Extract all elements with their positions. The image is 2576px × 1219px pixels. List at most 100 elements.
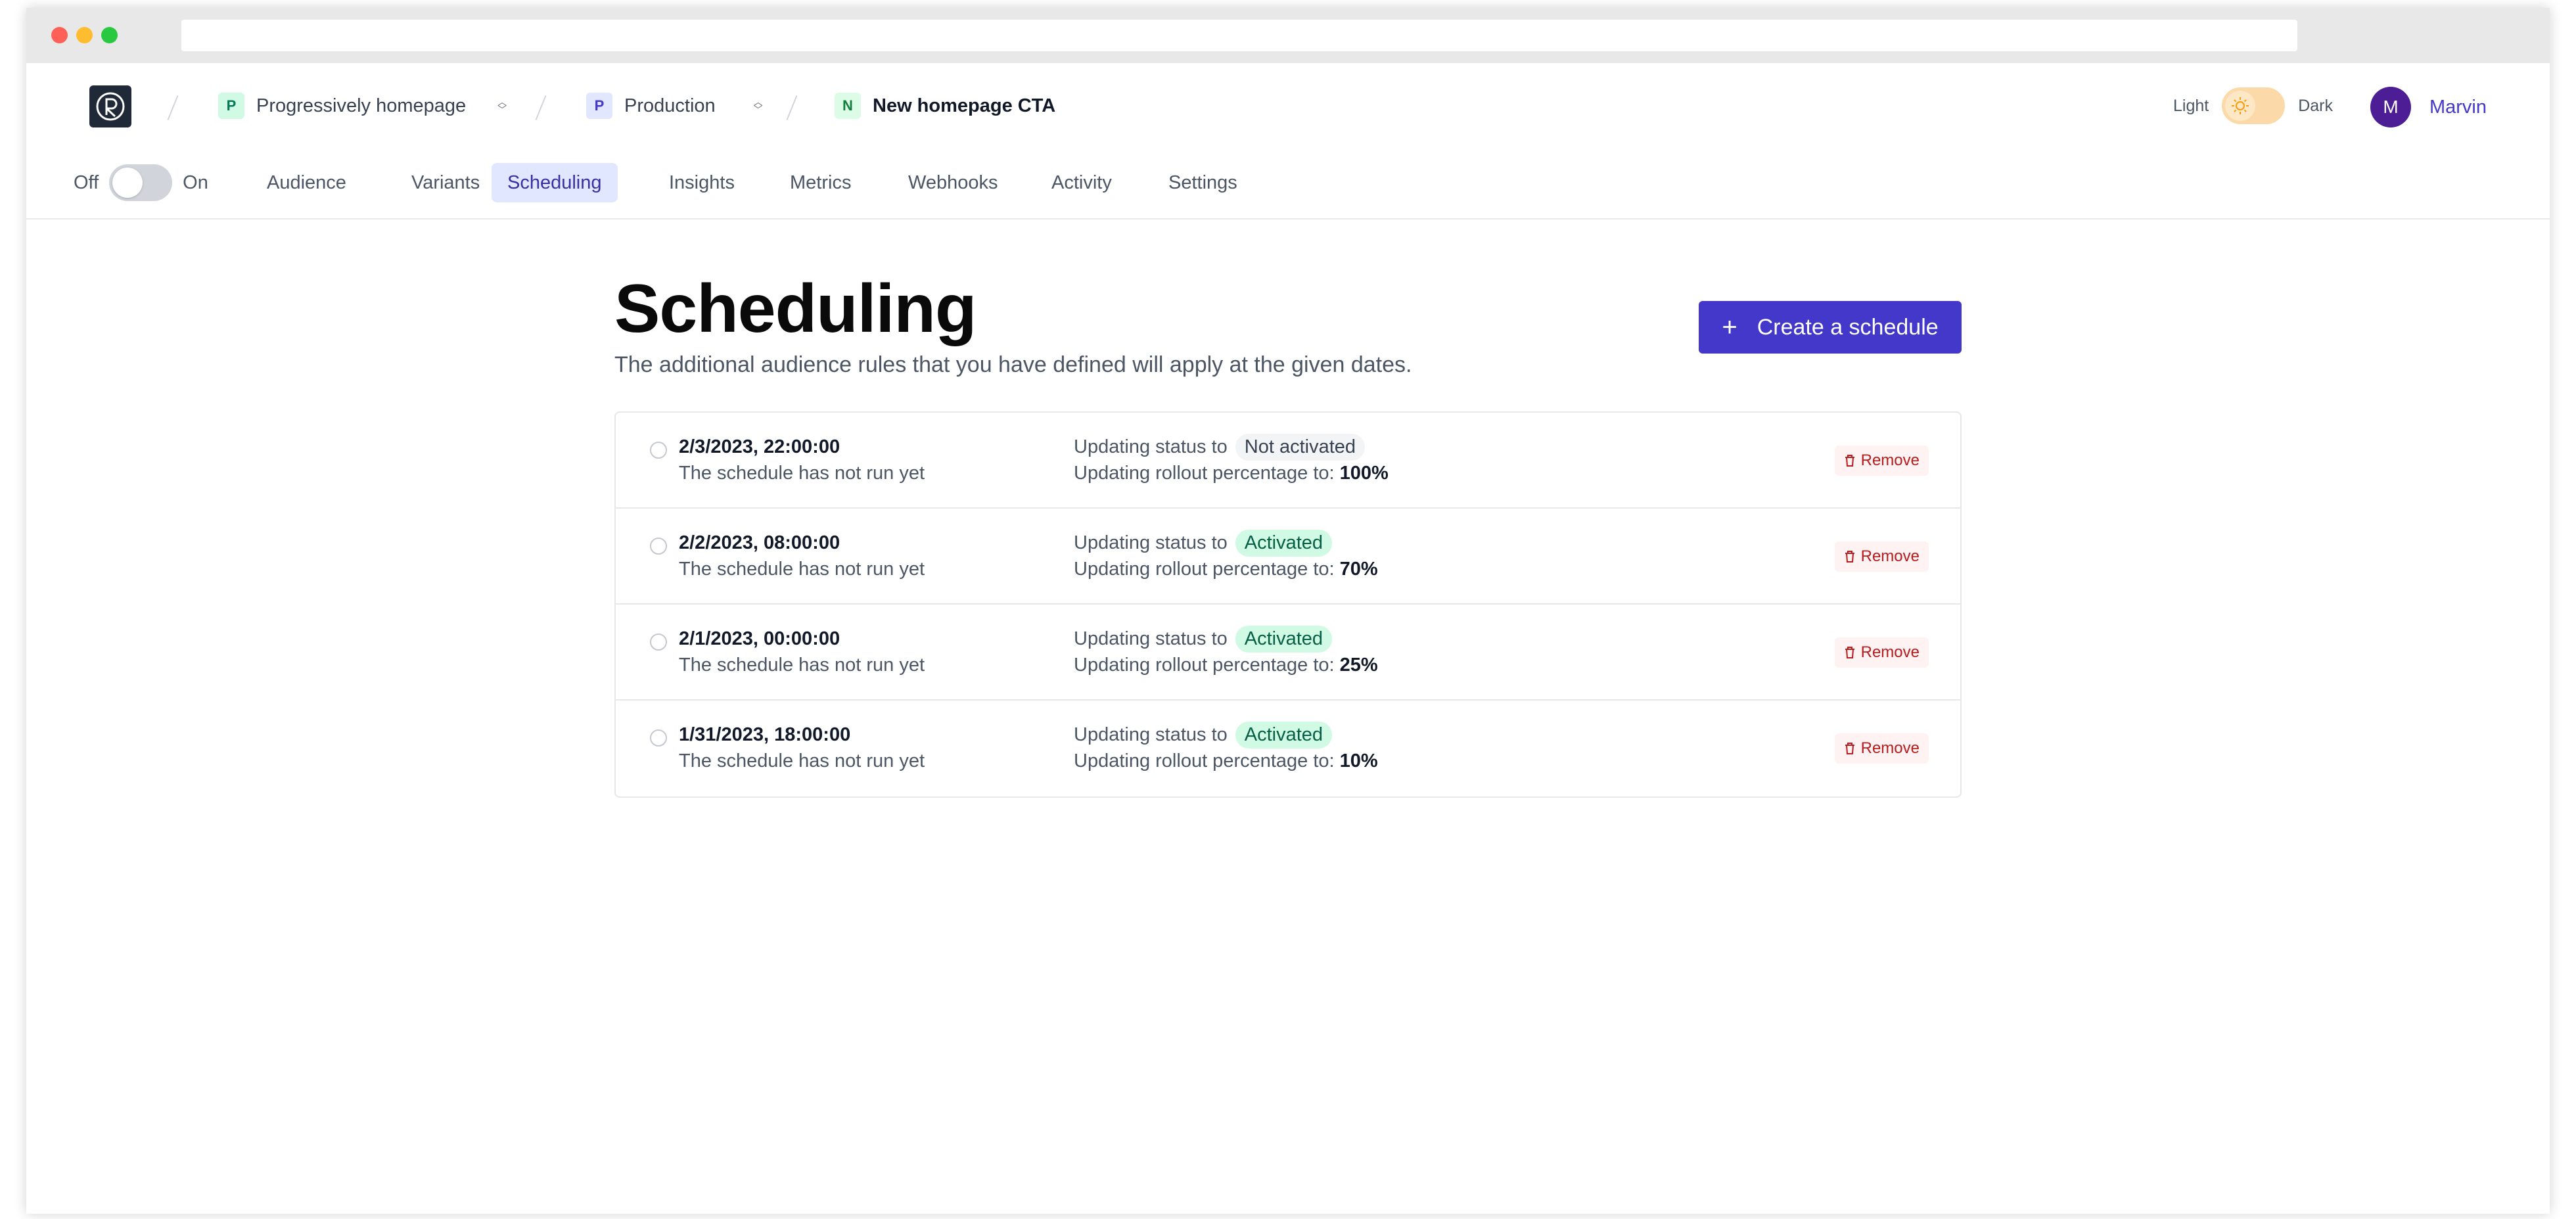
breadcrumb-flag: N New homepage CTA — [835, 89, 1055, 122]
scheduling-section: Scheduling The additional audience rules… — [614, 271, 1962, 798]
minimize-window-icon[interactable] — [76, 27, 93, 43]
status-prefix: Updating status to — [1074, 436, 1228, 457]
tab-insights[interactable]: Insights — [653, 163, 750, 202]
remove-schedule-button[interactable]: Remove — [1834, 637, 1929, 668]
status-prefix: Updating status to — [1074, 628, 1228, 649]
close-window-icon[interactable] — [51, 27, 68, 43]
breadcrumb-project[interactable]: P Progressively homepage ︿ ﹀ — [218, 89, 507, 122]
theme-toggle[interactable] — [2222, 87, 2286, 124]
top-navigation: P Progressively homepage ︿ ﹀ P Production… — [26, 63, 2550, 146]
schedule-rollout-line: Updating rollout percentage to: 70% — [1074, 559, 1378, 580]
user-menu[interactable]: M Marvin — [2370, 87, 2487, 127]
flag-on-off-switch[interactable] — [109, 164, 173, 201]
schedule-status-line: Updating status to Activated — [1074, 528, 1333, 557]
schedule-date: 1/31/2023, 18:00:00 — [679, 724, 851, 745]
status-badge: Not activated — [1235, 433, 1366, 461]
schedule-status-line: Updating status to Activated — [1074, 720, 1333, 749]
switch-knob — [112, 168, 143, 198]
schedule-state-radio — [650, 729, 667, 747]
create-schedule-label: Create a schedule — [1757, 314, 1939, 340]
rollout-prefix: Updating rollout percentage to: — [1074, 655, 1335, 676]
schedule-status-line: Updating status to Not activated — [1074, 432, 1366, 461]
page-subtitle: The additional audience rules that you h… — [614, 352, 1412, 377]
environment-badge: P — [586, 93, 612, 119]
browser-window: P Progressively homepage ︿ ﹀ P Production… — [26, 8, 2550, 1214]
remove-schedule-button[interactable]: Remove — [1834, 446, 1929, 476]
remove-schedule-button[interactable]: Remove — [1834, 733, 1929, 764]
theme-switch: Light Dark — [2173, 87, 2333, 124]
schedule-state-radio — [650, 442, 667, 459]
flag-badge: N — [835, 93, 861, 119]
project-name: Progressively homepage — [256, 95, 467, 116]
schedule-rollout-line: Updating rollout percentage to: 10% — [1074, 750, 1378, 772]
schedule-row: 2/1/2023, 00:00:00 The schedule has not … — [616, 605, 1960, 701]
app-logo[interactable] — [89, 85, 131, 127]
breadcrumb-separator — [535, 95, 547, 120]
theme-dark-label: Dark — [2298, 96, 2333, 115]
theme-light-label: Light — [2173, 96, 2209, 115]
flag-tabs-bar: Off On Audience Variants Scheduling Insi… — [26, 146, 2550, 219]
schedule-run-state: The schedule has not run yet — [679, 463, 925, 484]
chevron-up-down-icon[interactable]: ︿ ﹀ — [497, 97, 507, 114]
tab-variants[interactable]: Variants — [396, 163, 495, 202]
flag-status-toggle: Off On — [74, 164, 208, 201]
schedule-rollout-line: Updating rollout percentage to: 100% — [1074, 463, 1389, 484]
rollout-prefix: Updating rollout percentage to: — [1074, 463, 1335, 484]
status-badge: Activated — [1235, 625, 1333, 653]
rollout-prefix: Updating rollout percentage to: — [1074, 559, 1335, 580]
rollout-value: 25% — [1339, 655, 1378, 676]
tab-scheduling[interactable]: Scheduling — [492, 163, 618, 202]
trash-icon — [1845, 551, 1854, 563]
sun-icon — [2225, 91, 2256, 121]
schedule-list: 2/3/2023, 22:00:00 The schedule has not … — [614, 411, 1962, 798]
schedule-state-radio — [650, 538, 667, 555]
tab-activity[interactable]: Activity — [1036, 163, 1128, 202]
remove-schedule-button[interactable]: Remove — [1834, 541, 1929, 572]
tab-settings[interactable]: Settings — [1153, 163, 1253, 202]
toggle-on-label: On — [183, 172, 208, 193]
schedule-run-state: The schedule has not run yet — [679, 559, 925, 580]
schedule-status-line: Updating status to Activated — [1074, 624, 1333, 653]
status-badge: Activated — [1235, 721, 1333, 748]
trash-icon — [1845, 743, 1854, 754]
tab-webhooks[interactable]: Webhooks — [892, 163, 1014, 202]
remove-label: Remove — [1860, 643, 1920, 661]
schedule-date: 2/1/2023, 00:00:00 — [679, 628, 840, 649]
rollout-value: 10% — [1339, 750, 1378, 771]
environment-name: Production — [624, 95, 716, 116]
browser-chrome — [26, 8, 2550, 63]
rollout-prefix: Updating rollout percentage to: — [1074, 750, 1335, 771]
rollout-value: 100% — [1339, 463, 1389, 484]
logo-icon — [96, 92, 125, 121]
status-prefix: Updating status to — [1074, 532, 1228, 553]
chevron-up-down-icon[interactable]: ︿ ﹀ — [754, 97, 763, 114]
status-badge: Activated — [1235, 529, 1333, 557]
schedule-state-radio — [650, 633, 667, 651]
toggle-off-label: Off — [74, 172, 99, 193]
flag-name: New homepage CTA — [873, 95, 1056, 116]
schedule-date: 2/2/2023, 08:00:00 — [679, 532, 840, 553]
schedule-rollout-line: Updating rollout percentage to: 25% — [1074, 655, 1378, 676]
rollout-value: 70% — [1339, 559, 1378, 580]
tab-audience[interactable]: Audience — [251, 163, 362, 202]
remove-label: Remove — [1860, 547, 1920, 565]
schedule-run-state: The schedule has not run yet — [679, 655, 925, 676]
user-name[interactable]: Marvin — [2429, 97, 2487, 118]
remove-label: Remove — [1860, 739, 1920, 757]
avatar[interactable]: M — [2370, 87, 2411, 127]
breadcrumb-separator — [167, 95, 179, 120]
trash-icon — [1845, 647, 1854, 658]
schedule-date: 2/3/2023, 22:00:00 — [679, 436, 840, 457]
breadcrumb-separator — [786, 95, 798, 120]
create-schedule-button[interactable]: + Create a schedule — [1699, 301, 1962, 354]
schedule-run-state: The schedule has not run yet — [679, 750, 925, 771]
schedule-row: 1/31/2023, 18:00:00 The schedule has not… — [616, 701, 1960, 796]
maximize-window-icon[interactable] — [101, 27, 118, 43]
status-prefix: Updating status to — [1074, 724, 1228, 745]
trash-icon — [1845, 455, 1854, 467]
address-bar[interactable] — [181, 20, 2297, 51]
tab-metrics[interactable]: Metrics — [774, 163, 867, 202]
remove-label: Remove — [1860, 451, 1920, 469]
breadcrumb-environment[interactable]: P Production ︿ ﹀ — [586, 89, 763, 122]
schedule-row: 2/2/2023, 08:00:00 The schedule has not … — [616, 509, 1960, 605]
